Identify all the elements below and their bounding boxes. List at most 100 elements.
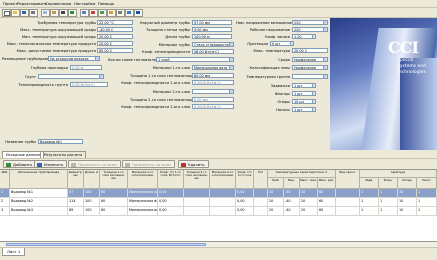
add-button[interactable]: Добавить bbox=[3, 160, 37, 168]
length-field[interactable]: 100,00 м bbox=[192, 34, 232, 39]
column-header[interactable]: Насос bbox=[417, 178, 437, 189]
max-allowed-temp-field[interactable]: 60,00 С bbox=[97, 48, 133, 53]
depth-field[interactable]: 0,00 м bbox=[70, 65, 102, 70]
working-voltage-select[interactable]: 220 bbox=[292, 27, 328, 32]
column-header[interactable]: Коэф. т/п 1-го слоя, Вт/(м·С) bbox=[158, 170, 184, 189]
spinner-icon[interactable] bbox=[312, 92, 315, 95]
spinner-icon[interactable] bbox=[312, 100, 315, 103]
brand-line-2: Systems and bbox=[397, 64, 427, 69]
scrollbar-thumb[interactable] bbox=[6, 243, 206, 246]
delete-button[interactable]: Удалить bbox=[178, 160, 209, 168]
tab-input-data[interactable]: Исходные данные bbox=[2, 151, 45, 158]
save-icon[interactable] bbox=[20, 9, 29, 17]
open-icon[interactable] bbox=[11, 9, 20, 17]
column-header[interactable]: Тип bbox=[254, 170, 268, 189]
column-header[interactable]: Макс. техн. bbox=[300, 178, 318, 189]
environment-select[interactable]: Нормальная bbox=[292, 57, 328, 62]
supports-field[interactable]: 10 шт bbox=[292, 99, 316, 104]
wall-thickness-label: Толщина стенки трубы bbox=[146, 28, 190, 32]
spinner-icon[interactable] bbox=[312, 108, 315, 111]
spinner-icon[interactable] bbox=[312, 84, 315, 87]
help-icon[interactable] bbox=[134, 9, 143, 17]
required-temp-field[interactable]: 22,00 °С bbox=[97, 20, 133, 25]
column-header[interactable]: Коэф. т/п 2-го слоя bbox=[236, 170, 254, 189]
temp-group-select[interactable] bbox=[292, 74, 328, 79]
paste-icon[interactable] bbox=[50, 9, 59, 17]
column-header[interactable]: Обозначение трубопровода bbox=[10, 170, 68, 189]
column-header[interactable]: Задв. bbox=[360, 178, 379, 189]
copy-icon[interactable] bbox=[41, 9, 50, 17]
menu-project[interactable]: Проект bbox=[3, 1, 17, 6]
spinner-icon[interactable] bbox=[312, 35, 315, 38]
wall-thickness-field[interactable]: 4,00 мм bbox=[192, 27, 232, 32]
column-header[interactable]: Диаметр, мм bbox=[68, 170, 84, 189]
menu-help[interactable]: Помощь bbox=[98, 1, 114, 6]
edit-button[interactable]: Изменить bbox=[34, 160, 68, 168]
table-row[interactable]: 2 Водовод №2 114 100 60 Минеральная вата… bbox=[0, 198, 437, 207]
column-header[interactable]: №№ bbox=[0, 170, 10, 189]
layer2-material-select[interactable] bbox=[192, 89, 234, 94]
layers-select[interactable]: 1 слой bbox=[156, 57, 234, 62]
apply-all-button[interactable]: Применить ко всем bbox=[68, 160, 121, 168]
menu-references[interactable]: Справочники bbox=[45, 1, 71, 6]
column-header[interactable]: Материал 1-го слоя изоляции bbox=[128, 170, 158, 189]
print-icon[interactable] bbox=[29, 9, 38, 17]
column-header[interactable]: Мин. bbox=[284, 178, 300, 189]
column-header[interactable]: Опоры bbox=[398, 178, 417, 189]
column-header[interactable]: Толщина 1-го слоя изоляции, мм bbox=[100, 170, 128, 189]
layer1-coef-field[interactable]: 0,0000 Вт/(м·С) bbox=[192, 80, 234, 85]
pipe-name-field[interactable]: Водовод №1 bbox=[38, 139, 83, 144]
column-header[interactable]: Флан. bbox=[379, 178, 398, 189]
sheet-tab[interactable]: Лист 1 bbox=[2, 248, 26, 256]
chevron-down-icon bbox=[229, 58, 233, 61]
horizontal-scrollbar[interactable] bbox=[0, 242, 437, 248]
soil-conductivity-field[interactable]: 0,00 Вт/(м·С) bbox=[70, 82, 108, 87]
new-icon[interactable] bbox=[2, 9, 11, 17]
calc-icon[interactable] bbox=[89, 9, 98, 17]
zone-class-select[interactable]: Нормальная bbox=[292, 65, 328, 70]
pipe-conductivity-field[interactable]: 58,00 Вт/(м·С) bbox=[192, 49, 234, 54]
protection-field[interactable]: 0 шт bbox=[270, 41, 294, 46]
tab-results[interactable]: Результаты расчета bbox=[40, 151, 87, 158]
apply-selected-button[interactable]: Применить ко всем bbox=[122, 160, 175, 168]
valves-field[interactable]: 1 шт bbox=[292, 83, 316, 88]
layer2-coef-label: Коэф. теплопроводности 2-ого слоя bbox=[121, 105, 190, 109]
export-icon[interactable] bbox=[125, 9, 134, 17]
menu-settings[interactable]: Настройки bbox=[74, 1, 95, 6]
max-temp-field[interactable]: 20,00 С bbox=[292, 48, 328, 53]
chevron-down-icon bbox=[323, 21, 327, 24]
layers-label: Кол-во слоев теплоизоляции bbox=[108, 58, 163, 62]
column-header[interactable]: Вид прокл. bbox=[336, 170, 360, 189]
safety-factor-field[interactable]: 1,20 bbox=[292, 34, 316, 39]
pumps-field[interactable]: 1 шт bbox=[292, 107, 316, 112]
chart-icon[interactable] bbox=[98, 9, 107, 17]
max-env-temp-field[interactable]: -40,00 С bbox=[97, 27, 133, 32]
settings-icon[interactable] bbox=[116, 9, 125, 17]
placement-select[interactable]: На открытом воздухе bbox=[48, 56, 100, 61]
layer2-thickness-field[interactable]: 0,00 мм bbox=[192, 97, 234, 102]
pipe-material-select[interactable]: Сталь углеродистая bbox=[192, 42, 234, 47]
add-icon bbox=[6, 163, 11, 167]
column-header[interactable]: Макс. доп. bbox=[318, 178, 336, 189]
table-icon[interactable] bbox=[80, 9, 89, 17]
column-header[interactable]: Толщина 2-го слоя изоляции, мм bbox=[184, 170, 210, 189]
soil-select[interactable] bbox=[38, 74, 104, 79]
report-icon[interactable] bbox=[107, 9, 116, 17]
menu-edit[interactable]: Редактировать bbox=[17, 1, 47, 6]
spinner-icon[interactable] bbox=[290, 42, 293, 45]
column-header[interactable]: Материал 2-го слоя изоляции bbox=[210, 170, 236, 189]
rated-voltage-select[interactable]: 220 bbox=[292, 20, 328, 25]
layer2-coef-field[interactable]: 0,0000 Вт/(м·С) bbox=[192, 104, 234, 109]
column-header[interactable]: Длина, м bbox=[84, 170, 100, 189]
table-row[interactable]: 3 Водовод №3 89 100 60 Минеральная вата … bbox=[0, 207, 437, 216]
undo-icon[interactable] bbox=[68, 9, 77, 17]
flanges-field[interactable]: 1 шт bbox=[292, 91, 316, 96]
layer1-material-select[interactable]: Минеральная вата bbox=[192, 65, 234, 70]
max-tech-temp-field[interactable]: 20,00 С bbox=[97, 41, 133, 46]
cut-icon[interactable] bbox=[59, 9, 68, 17]
outer-diameter-field[interactable]: 57,00 мм bbox=[192, 20, 232, 25]
table-row[interactable]: 1 Водовод №1 57 100 60 Минеральная вата … bbox=[0, 189, 437, 198]
column-header[interactable]: Треб. bbox=[268, 178, 284, 189]
min-env-temp-field[interactable]: 20,00 С bbox=[97, 34, 133, 39]
layer1-thickness-field[interactable]: 60,00 мм bbox=[192, 73, 234, 78]
